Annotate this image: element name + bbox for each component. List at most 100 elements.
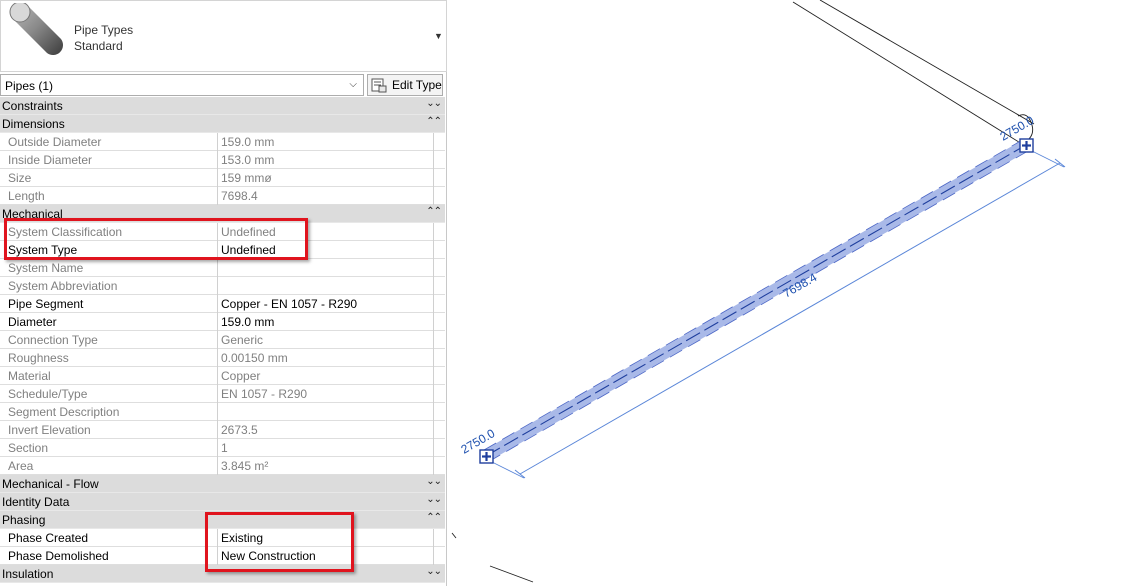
category-dimensions[interactable]: Dimensions ⌃⌃ — [0, 115, 445, 133]
property-value[interactable]: 159.0 mm — [221, 315, 274, 329]
column-divider[interactable] — [217, 349, 218, 367]
collapse-icon[interactable]: ⌃⌃ — [426, 512, 442, 523]
expand-icon[interactable]: ⌄⌄ — [426, 98, 442, 109]
property-row-system-name: System Name — [0, 259, 445, 277]
instance-filter-dropdown[interactable]: Pipes (1) ⌵ — [0, 74, 364, 96]
row-edge — [433, 259, 434, 277]
property-value[interactable]: New Construction — [221, 549, 316, 563]
column-divider[interactable] — [217, 367, 218, 385]
category-insulation[interactable]: Insulation ⌄⌄ — [0, 565, 445, 583]
column-divider[interactable] — [217, 421, 218, 439]
property-name: Diameter — [8, 315, 57, 329]
collapse-icon[interactable]: ⌃⌃ — [426, 116, 442, 127]
column-divider[interactable] — [217, 313, 218, 331]
expand-icon[interactable]: ⌄⌄ — [426, 494, 442, 505]
column-divider[interactable] — [217, 133, 218, 151]
expand-icon[interactable]: ⌄⌄ — [426, 566, 442, 577]
property-value: 1 — [221, 441, 228, 455]
property-row-pipe-segment[interactable]: Pipe Segment Copper - EN 1057 - R290 — [0, 295, 445, 313]
property-row-phase-demolished[interactable]: Phase Demolished New Construction — [0, 547, 445, 565]
row-edge — [433, 547, 434, 565]
category-label: Phasing — [2, 513, 46, 527]
column-divider[interactable] — [217, 457, 218, 475]
column-divider[interactable] — [217, 439, 218, 457]
column-divider[interactable] — [217, 385, 218, 403]
property-value: 153.0 mm — [221, 153, 275, 167]
property-value[interactable]: Undefined — [221, 243, 276, 257]
column-divider[interactable] — [217, 223, 218, 241]
column-divider[interactable] — [217, 547, 218, 565]
start-connector-grip[interactable] — [479, 449, 494, 464]
column-divider[interactable] — [217, 241, 218, 259]
3d-view-canvas[interactable]: 7698.4 2750.0 2750.0 — [448, 0, 1147, 586]
column-divider[interactable] — [217, 259, 218, 277]
property-row-diameter[interactable]: Diameter 159.0 mm — [0, 313, 445, 331]
property-row-connection-type: Connection Type Generic — [0, 331, 445, 349]
property-row-roughness: Roughness 0.00150 mm — [0, 349, 445, 367]
edit-type-label: Edit Type — [392, 78, 442, 92]
pipe-hidden-edge — [483, 138, 1025, 451]
property-name: System Name — [8, 261, 84, 275]
property-value[interactable]: Existing — [221, 531, 263, 545]
category-identity-data[interactable]: Identity Data ⌄⌄ — [0, 493, 445, 511]
edit-type-button[interactable]: Edit Type — [367, 74, 443, 96]
category-phasing[interactable]: Phasing ⌃⌃ — [0, 511, 445, 529]
property-value: 2673.5 — [221, 423, 258, 437]
row-edge — [433, 331, 434, 349]
row-edge — [433, 367, 434, 385]
property-value: 159 mmø — [221, 171, 272, 185]
row-edge — [433, 295, 434, 313]
type-selector[interactable]: Pipe Types Standard ▼ — [0, 0, 447, 72]
row-edge — [433, 385, 434, 403]
row-edge — [433, 151, 434, 169]
column-divider[interactable] — [217, 295, 218, 313]
category-label: Constraints — [2, 99, 63, 113]
pipe-edge-line — [819, 0, 1035, 125]
property-row-area: Area 3.845 m² — [0, 457, 445, 475]
row-edge — [433, 313, 434, 331]
expand-icon[interactable]: ⌄⌄ — [426, 476, 442, 487]
end-connector-grip[interactable] — [1019, 138, 1034, 153]
property-row-material: Material Copper — [0, 367, 445, 385]
property-row-invert-elevation: Invert Elevation 2673.5 — [0, 421, 445, 439]
property-value: 159.0 mm — [221, 135, 275, 149]
property-name: Phase Created — [8, 531, 89, 545]
property-value: EN 1057 - R290 — [221, 387, 308, 401]
property-value: Undefined — [221, 225, 276, 239]
edit-type-icon — [371, 78, 387, 93]
column-divider[interactable] — [217, 187, 218, 205]
property-value: Copper — [221, 369, 261, 383]
category-mechanical-flow[interactable]: Mechanical - Flow ⌄⌄ — [0, 475, 445, 493]
column-divider[interactable] — [217, 403, 218, 421]
property-row-phase-created[interactable]: Phase Created Existing — [0, 529, 445, 547]
pipe-edge-line — [489, 565, 534, 583]
row-edge — [433, 439, 434, 457]
property-name: Roughness — [8, 351, 69, 365]
property-value[interactable]: Copper - EN 1057 - R290 — [221, 297, 357, 311]
row-edge — [433, 133, 434, 151]
column-divider[interactable] — [217, 277, 218, 295]
row-edge — [433, 223, 434, 241]
category-constraints[interactable]: Constraints ⌄⌄ — [0, 97, 445, 115]
property-row-length: Length 7698.4 — [0, 187, 445, 205]
column-divider[interactable] — [217, 331, 218, 349]
property-row-outside-diameter: Outside Diameter 159.0 mm — [0, 133, 445, 151]
property-row-system-type[interactable]: System Type Undefined — [0, 241, 445, 259]
category-label: Dimensions — [2, 117, 65, 131]
column-divider[interactable] — [217, 529, 218, 547]
category-mechanical[interactable]: Mechanical ⌃⌃ — [0, 205, 445, 223]
property-row-system-classification: System Classification Undefined — [0, 223, 445, 241]
row-edge — [433, 529, 434, 547]
property-name: System Type — [8, 243, 78, 257]
dimension-line[interactable] — [519, 162, 1061, 475]
property-name: Area — [8, 459, 34, 473]
category-label: Mechanical — [2, 207, 63, 221]
column-divider[interactable] — [217, 151, 218, 169]
chevron-down-icon[interactable]: ⌵ — [349, 79, 357, 90]
property-name: Schedule/Type — [8, 387, 88, 401]
row-edge — [433, 421, 434, 439]
collapse-icon[interactable]: ⌃⌃ — [426, 206, 442, 217]
property-name: System Abbreviation — [8, 279, 118, 293]
chevron-down-icon[interactable]: ▼ — [434, 31, 443, 41]
column-divider[interactable] — [217, 169, 218, 187]
